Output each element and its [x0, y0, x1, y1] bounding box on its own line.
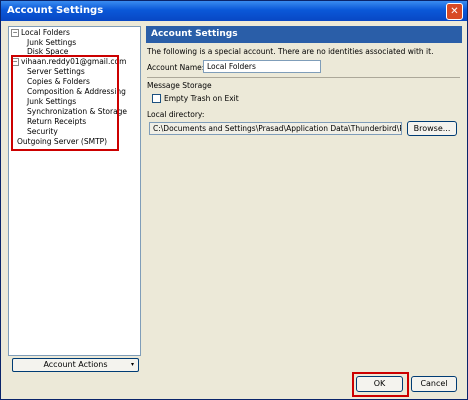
local-directory-label: Local directory:	[147, 110, 205, 119]
account-tree: − Local Folders Junk Settings Disk Space …	[8, 26, 141, 356]
tree-item-local-folders[interactable]: − Local Folders	[11, 28, 70, 38]
browse-button[interactable]: Browse...	[407, 121, 457, 136]
panel-header: Account Settings	[146, 26, 462, 43]
collapse-icon[interactable]: −	[11, 29, 19, 37]
local-directory-field[interactable]: C:\Documents and Settings\Prasad\Applica…	[149, 122, 402, 135]
red-annotation-box	[11, 55, 119, 151]
account-name-field[interactable]: Local Folders	[203, 60, 321, 73]
window-title: Account Settings	[7, 5, 104, 16]
title-bar: Account Settings ✕	[1, 1, 467, 21]
empty-trash-checkbox[interactable]	[152, 94, 161, 103]
cancel-button[interactable]: Cancel	[411, 376, 457, 392]
account-name-label: Account Name:	[147, 63, 205, 72]
dropdown-arrow-icon: ▾	[130, 361, 134, 368]
info-text: The following is a special account. Ther…	[147, 47, 434, 56]
red-annotation-box	[352, 372, 409, 397]
account-actions-button[interactable]: Account Actions ▾	[12, 358, 139, 372]
account-settings-window: Account Settings ✕ − Local Folders Junk S…	[0, 0, 468, 400]
divider	[147, 77, 460, 78]
close-icon[interactable]: ✕	[446, 3, 463, 20]
empty-trash-label: Empty Trash on Exit	[164, 94, 239, 103]
settings-panel: Account Settings The following is a spec…	[146, 26, 462, 362]
message-storage-label: Message Storage	[147, 81, 212, 90]
